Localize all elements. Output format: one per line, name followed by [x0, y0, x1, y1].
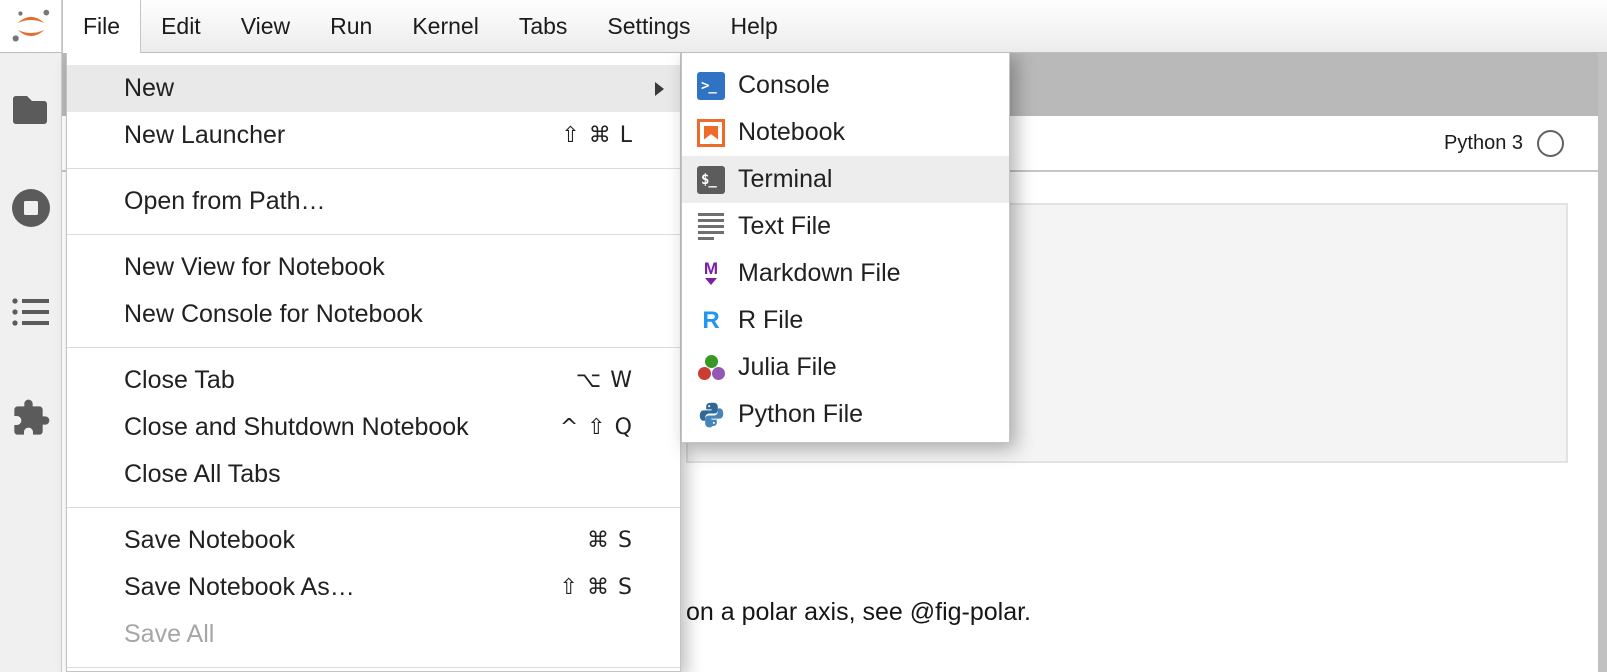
shortcut-label: ⌥ W [576, 368, 633, 393]
menu-edit[interactable]: Edit [141, 0, 221, 52]
menu-bar: File Edit View Run Kernel Tabs Settings … [0, 0, 1607, 53]
scrollbar[interactable] [1598, 53, 1607, 672]
text-file-icon [697, 213, 725, 241]
submenu-item-console[interactable]: >_ Console [682, 62, 1009, 109]
file-menu-item-save-notebook[interactable]: Save Notebook ⌘ S [67, 517, 680, 564]
submenu-item-notebook[interactable]: Notebook [682, 109, 1009, 156]
menu-separator [67, 234, 680, 235]
markdown-icon: M [697, 260, 725, 288]
submenu-item-terminal[interactable]: $_ Terminal [682, 156, 1009, 203]
file-menu-item-label: Close and Shutdown Notebook [124, 413, 469, 442]
sidebar-item-running-kernels[interactable] [0, 182, 62, 234]
menu-separator [67, 168, 680, 169]
file-menu-item-label: Close All Tabs [124, 460, 281, 489]
sidebar-item-extensions[interactable] [0, 392, 62, 444]
submenu-item-label: Notebook [738, 118, 845, 147]
file-menu-item-save-notebook-as[interactable]: Save Notebook As… ⇧ ⌘ S [67, 564, 680, 611]
menu-separator [67, 667, 680, 668]
menu-file[interactable]: File [62, 0, 141, 53]
file-menu-item-label: Save Notebook As… [124, 573, 355, 602]
jupyter-logo[interactable] [0, 0, 62, 52]
file-menu-item-label: Open from Path… [124, 187, 325, 216]
folder-icon [11, 93, 51, 127]
file-menu-item-close-tab[interactable]: Close Tab ⌥ W [67, 357, 680, 404]
sidebar-item-file-browser[interactable] [0, 84, 62, 136]
submenu-item-label: Terminal [738, 165, 832, 194]
file-menu-item-save-all[interactable]: Save All [67, 611, 680, 658]
left-sidebar [0, 53, 62, 672]
file-menu-item-new-console-for-notebook[interactable]: New Console for Notebook [67, 291, 680, 338]
terminal-icon: $_ [697, 166, 725, 194]
jupyter-logo-icon [8, 6, 54, 46]
submenu-item-text-file[interactable]: Text File [682, 203, 1009, 250]
r-file-icon: R [697, 307, 725, 335]
file-menu-dropdown: New New Launcher ⇧ ⌘ L Open from Path… N… [66, 53, 681, 672]
file-menu-item-label: New Launcher [124, 121, 285, 150]
file-menu-item-close-all-tabs[interactable]: Close All Tabs [67, 451, 680, 498]
menu-help[interactable]: Help [711, 0, 798, 52]
menu-run[interactable]: Run [310, 0, 392, 52]
submenu-item-julia-file[interactable]: Julia File [682, 344, 1009, 391]
menu-settings[interactable]: Settings [587, 0, 710, 52]
submenu-item-python-file[interactable]: Python File [682, 391, 1009, 438]
submenu-item-label: Markdown File [738, 259, 901, 288]
stop-circle-icon [10, 187, 52, 229]
file-menu-item-label: Close Tab [124, 366, 235, 395]
file-menu-item-label: Save All [124, 620, 214, 649]
console-icon: >_ [697, 72, 725, 100]
puzzle-piece-icon [11, 398, 51, 438]
submenu-item-markdown-file[interactable]: M Markdown File [682, 250, 1009, 297]
file-menu-item-open-from-path[interactable]: Open from Path… [67, 178, 680, 225]
submenu-item-label: Console [738, 71, 830, 100]
kernel-name[interactable]: Python 3 [1444, 132, 1523, 155]
menu-kernel[interactable]: Kernel [392, 0, 498, 52]
menu-tabs[interactable]: Tabs [499, 0, 588, 52]
shortcut-label: ⇧ ⌘ L [561, 123, 633, 148]
menu-separator [67, 507, 680, 508]
file-menu-item-label: New Console for Notebook [124, 300, 423, 329]
file-menu-item-new-view-for-notebook[interactable]: New View for Notebook [67, 244, 680, 291]
submenu-item-label: R File [738, 306, 803, 335]
shortcut-label: ^ ⇧ Q [560, 415, 633, 440]
submenu-item-label: Python File [738, 400, 863, 429]
menu-bar-items: File Edit View Run Kernel Tabs Settings … [62, 0, 798, 52]
julia-icon [697, 354, 725, 382]
file-menu-item-close-and-shutdown-notebook[interactable]: Close and Shutdown Notebook ^ ⇧ Q [67, 404, 680, 451]
submenu-item-label: Julia File [738, 353, 837, 382]
submenu-arrow-icon [655, 82, 664, 96]
notebook-markdown-text: on a polar axis, see @fig-polar. [686, 598, 1286, 627]
sidebar-item-table-of-contents[interactable] [0, 286, 62, 338]
menu-view[interactable]: View [221, 0, 310, 52]
shortcut-label: ⇧ ⌘ S [560, 575, 633, 600]
python-icon [697, 401, 725, 429]
file-menu-item-label: New View for Notebook [124, 253, 385, 282]
kernel-idle-circle-icon[interactable] [1537, 130, 1564, 157]
notebook-icon [697, 119, 725, 147]
jupyterlab-window: Python 3 on a polar axis, see @fig-polar… [0, 0, 1607, 672]
new-submenu: >_ Console Notebook $_ Terminal Text Fil… [681, 50, 1010, 443]
submenu-item-r-file[interactable]: R R File [682, 297, 1009, 344]
file-menu-item-label: Save Notebook [124, 526, 295, 555]
submenu-item-label: Text File [738, 212, 831, 241]
shortcut-label: ⌘ S [587, 528, 633, 553]
file-menu-item-label: New [124, 74, 174, 103]
list-icon [12, 296, 50, 328]
menu-separator [67, 347, 680, 348]
file-menu-item-new[interactable]: New [67, 65, 680, 112]
file-menu-item-new-launcher[interactable]: New Launcher ⇧ ⌘ L [67, 112, 680, 159]
